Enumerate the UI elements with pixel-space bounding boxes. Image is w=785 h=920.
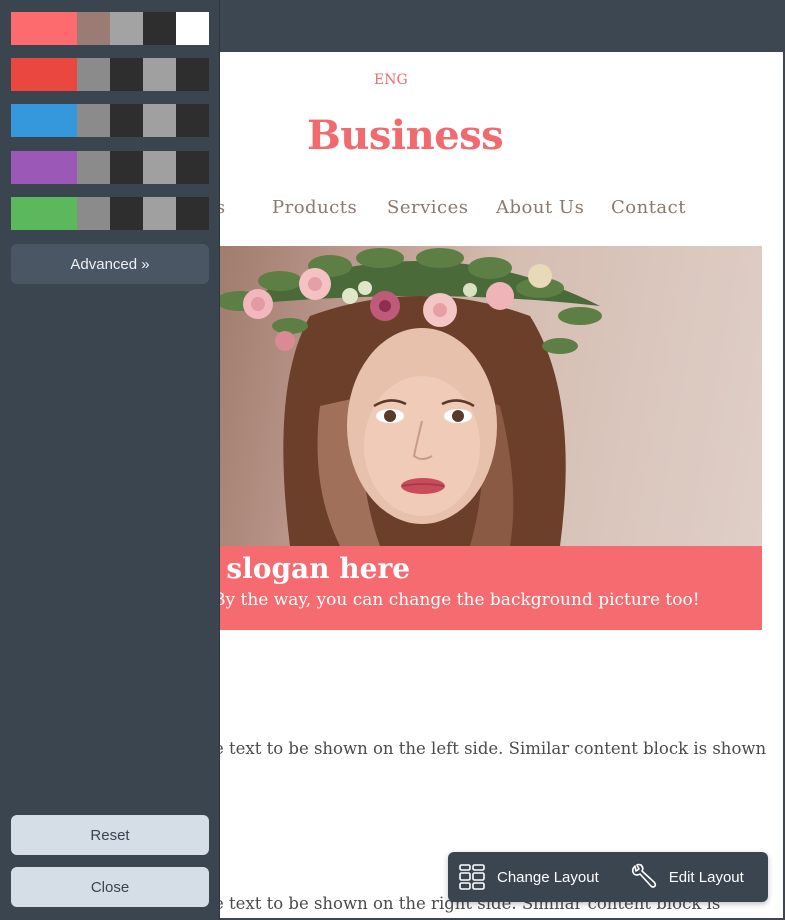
palette-swatch bbox=[143, 58, 176, 91]
wrench-icon bbox=[629, 863, 657, 891]
content-left-text: e text to be shown on the left side. Sim… bbox=[214, 739, 767, 758]
portrait-photo bbox=[216, 248, 602, 546]
nav-item-contact[interactable]: Contact bbox=[611, 197, 686, 218]
palette-swatch bbox=[11, 58, 77, 91]
palette-swatch bbox=[110, 151, 143, 184]
palette-swatch bbox=[143, 197, 176, 230]
palette-swatch bbox=[110, 104, 143, 137]
site-brand[interactable]: Business bbox=[307, 112, 504, 159]
editor-window: ENG Business ws Products Services About … bbox=[0, 0, 785, 920]
palette-swatch bbox=[77, 197, 110, 230]
palette-purple[interactable] bbox=[11, 151, 209, 184]
palette-swatch bbox=[176, 104, 209, 137]
palette-coral[interactable] bbox=[11, 12, 209, 45]
palette-swatch bbox=[77, 58, 110, 91]
palette-swatch bbox=[176, 12, 209, 45]
close-button[interactable]: Close bbox=[11, 867, 209, 907]
palette-swatch bbox=[110, 58, 143, 91]
slogan-banner[interactable]: ny slogan here re. By the way, you can c… bbox=[140, 546, 762, 630]
palette-swatch bbox=[110, 197, 143, 230]
palette-swatch bbox=[11, 104, 77, 137]
palette-swatch bbox=[11, 12, 77, 45]
palette-swatch bbox=[176, 197, 209, 230]
palette-swatch bbox=[176, 58, 209, 91]
palette-swatch bbox=[110, 12, 143, 45]
nav-item-products[interactable]: Products bbox=[272, 197, 357, 218]
theme-panel: Advanced » Reset Close bbox=[0, 0, 220, 920]
nav-item-about-us[interactable]: About Us bbox=[496, 197, 584, 218]
palette-swatch bbox=[143, 104, 176, 137]
nav-item-services[interactable]: Services bbox=[387, 197, 468, 218]
language-switch[interactable]: ENG bbox=[374, 72, 408, 88]
palette-swatch bbox=[77, 104, 110, 137]
change-layout-label: Change Layout bbox=[497, 868, 599, 886]
reset-button[interactable]: Reset bbox=[11, 815, 209, 855]
palette-swatch bbox=[11, 151, 77, 184]
palette-swatch bbox=[143, 12, 176, 45]
edit-layout-label: Edit Layout bbox=[668, 868, 744, 886]
palette-swatch bbox=[77, 12, 110, 45]
palette-blue[interactable] bbox=[11, 104, 209, 137]
layout-toolbar: Change Layout Edit Layout bbox=[448, 852, 768, 902]
change-layout-button[interactable]: Change Layout bbox=[458, 852, 599, 902]
palette-swatch bbox=[11, 197, 77, 230]
palette-red[interactable] bbox=[11, 58, 209, 91]
palette-swatch bbox=[176, 151, 209, 184]
palette-green[interactable] bbox=[11, 197, 209, 230]
palette-swatch bbox=[143, 151, 176, 184]
hero-image[interactable] bbox=[140, 246, 762, 546]
palette-swatch bbox=[77, 151, 110, 184]
edit-layout-button[interactable]: Edit Layout bbox=[629, 852, 744, 902]
grid-layout-icon bbox=[458, 863, 486, 891]
slogan-subtitle: re. By the way, you can change the backg… bbox=[184, 590, 700, 610]
advanced-button[interactable]: Advanced » bbox=[11, 244, 209, 284]
